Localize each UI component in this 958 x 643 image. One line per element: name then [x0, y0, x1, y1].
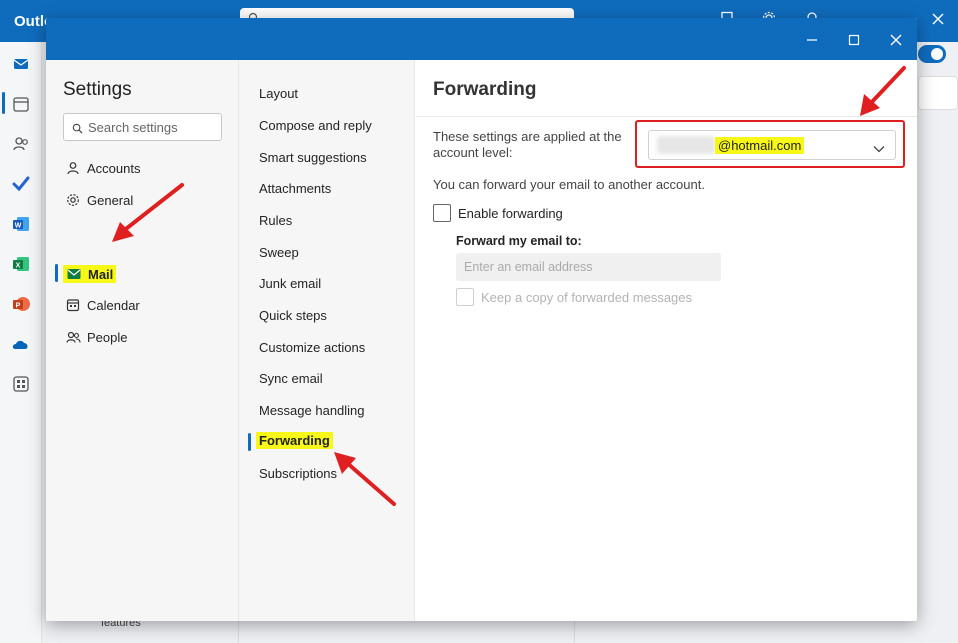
maximize-button[interactable]	[843, 29, 865, 51]
settings-title: Settings	[63, 79, 132, 100]
section-sweep[interactable]: Sweep	[259, 245, 299, 260]
word-icon[interactable]: W	[11, 214, 31, 234]
category-general[interactable]: General	[65, 189, 133, 211]
section-message-handling[interactable]: Message handling	[259, 403, 365, 418]
person-icon	[65, 160, 81, 176]
category-accounts[interactable]: Accounts	[65, 157, 140, 179]
forwarding-description: You can forward your email to another ac…	[433, 177, 705, 192]
calendar-icon[interactable]	[11, 94, 31, 114]
section-label: Forwarding	[256, 432, 333, 449]
app-close-icon[interactable]	[932, 12, 944, 30]
section-sync-email[interactable]: Sync email	[259, 371, 323, 386]
powerpoint-icon[interactable]: P	[11, 294, 31, 314]
section-forwarding[interactable]: Forwarding	[256, 432, 333, 449]
mail-icon	[66, 266, 82, 282]
settings-dialog: Settings Accounts General M	[46, 18, 917, 621]
section-layout[interactable]: Layout	[259, 86, 298, 101]
keep-copy-checkbox[interactable]	[456, 288, 474, 306]
keep-copy-label[interactable]: Keep a copy of forwarded messages	[481, 290, 692, 305]
chevron-down-icon	[873, 140, 885, 158]
forward-to-label: Forward my email to:	[456, 234, 582, 248]
section-subscriptions[interactable]: Subscriptions	[259, 466, 337, 481]
mail-highlight: Mail	[63, 265, 117, 283]
svg-text:P: P	[16, 303, 21, 310]
section-compose-and-reply[interactable]: Compose and reply	[259, 118, 372, 133]
rail-active-indicator	[2, 92, 5, 114]
todo-icon[interactable]	[11, 174, 31, 194]
background-divider	[574, 620, 575, 643]
settings-categories-panel: Settings Accounts General M	[46, 60, 239, 621]
apps-icon[interactable]	[11, 374, 31, 394]
forward-email-input[interactable]	[456, 253, 721, 281]
mail-icon[interactable]	[11, 54, 31, 74]
search-settings-box[interactable]	[63, 113, 222, 141]
people-icon[interactable]	[11, 134, 31, 154]
excel-icon[interactable]: X	[11, 254, 31, 274]
category-label: Calendar	[87, 297, 140, 313]
divider	[416, 116, 917, 117]
section-attachments[interactable]: Attachments	[259, 181, 331, 196]
calendar-icon	[65, 297, 81, 313]
background-toggle[interactable]	[918, 45, 946, 63]
dialog-header	[46, 18, 917, 60]
people-icon	[65, 329, 81, 345]
search-icon	[72, 121, 83, 139]
minimize-button[interactable]	[801, 29, 823, 51]
category-mail[interactable]: Mail	[63, 263, 117, 285]
category-label: General	[87, 192, 134, 208]
close-button[interactable]	[885, 29, 907, 51]
svg-text:W: W	[15, 223, 22, 230]
section-junk-email[interactable]: Junk email	[259, 276, 321, 291]
app-left-rail: W X P	[0, 42, 42, 643]
account-level-text: These settings are applied at the accoun…	[433, 129, 622, 160]
section-rules[interactable]: Rules	[259, 213, 292, 228]
section-customize-actions[interactable]: Customize actions	[259, 340, 365, 355]
category-label: Mail	[88, 266, 114, 282]
enable-forwarding-checkbox[interactable]	[433, 204, 451, 222]
selected-section-indicator	[248, 433, 251, 451]
enable-forwarding-label[interactable]: Enable forwarding	[458, 206, 563, 221]
category-label: People	[87, 329, 128, 345]
category-calendar[interactable]: Calendar	[65, 294, 140, 316]
selected-category-indicator	[55, 264, 58, 282]
forwarding-content-panel: Forwarding These settings are applied at…	[416, 60, 917, 621]
mail-sections-panel: Layout Compose and reply Smart suggestio…	[239, 60, 415, 621]
redacted-account-name	[657, 136, 715, 154]
section-smart-suggestions[interactable]: Smart suggestions	[259, 150, 367, 165]
account-dropdown[interactable]: @hotmail.com	[648, 130, 896, 160]
background-divider	[238, 620, 239, 643]
onedrive-icon[interactable]	[11, 334, 31, 354]
account-domain: @hotmail.com	[715, 137, 805, 154]
category-label: Accounts	[87, 160, 141, 176]
search-settings-input[interactable]	[88, 118, 218, 136]
section-quick-steps[interactable]: Quick steps	[259, 308, 327, 323]
gear-icon	[65, 192, 81, 208]
forwarding-title: Forwarding	[433, 79, 537, 100]
category-people[interactable]: People	[65, 326, 127, 348]
svg-text:X: X	[16, 263, 21, 270]
background-dropdown[interactable]	[918, 76, 958, 110]
